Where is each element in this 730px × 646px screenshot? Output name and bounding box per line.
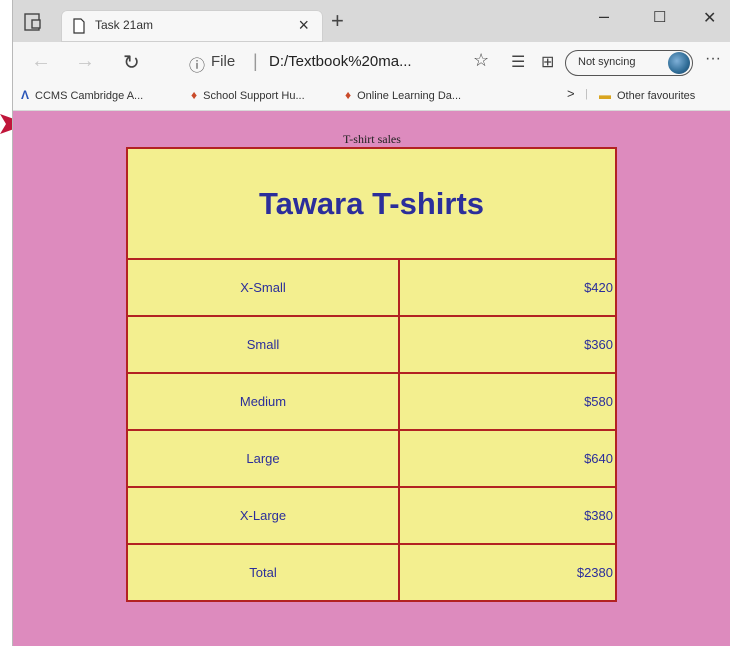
bookmark-online-learning[interactable]: ♦ Online Learning Da... xyxy=(345,88,461,102)
total-amount: $2380 xyxy=(398,543,617,602)
table-row: X-Large $380 xyxy=(126,486,617,545)
address-bar[interactable]: ⓘ File | D:/Textbook%20ma... xyxy=(179,48,463,76)
close-window-button[interactable]: ✕ xyxy=(703,8,716,28)
tab-close-icon[interactable]: × xyxy=(298,15,309,36)
table-caption: T-shirt sales xyxy=(343,132,401,146)
forward-button[interactable]: → xyxy=(75,50,95,73)
bookmark-label: School Support Hu... xyxy=(203,90,305,102)
size-cell: Large xyxy=(126,429,400,488)
toolbar: ← → ↻ ⓘ File | D:/Textbook%20ma... ☆ ☰ ⊞… xyxy=(13,42,730,82)
tab-active[interactable]: Task 21am × xyxy=(61,10,323,42)
other-favourites-label: Other favourites xyxy=(617,90,696,102)
tab-strip: Task 21am × + – ☐ ✕ xyxy=(13,0,730,42)
bookmarks-divider: | xyxy=(585,88,588,100)
collections-icon[interactable]: ⊞ xyxy=(541,52,554,72)
address-url[interactable]: D:/Textbook%20ma... xyxy=(269,53,412,70)
sales-table: Tawara T-shirts X-Small $420 Small $360 … xyxy=(126,147,617,602)
info-icon[interactable]: ⓘ xyxy=(189,52,205,76)
folder-icon: ▬ xyxy=(599,88,611,102)
avatar xyxy=(668,52,690,74)
bookmark-label: CCMS Cambridge A... xyxy=(35,90,144,102)
bookmark-school-support[interactable]: ♦ School Support Hu... xyxy=(191,88,305,102)
total-label: Total xyxy=(126,543,400,602)
refresh-button[interactable]: ↻ xyxy=(123,50,140,75)
table-row: Small $360 xyxy=(126,315,617,374)
sync-label: Not syncing xyxy=(578,56,636,68)
bookmarks-overflow-button[interactable]: > xyxy=(567,86,575,101)
bookmark-label: Online Learning Da... xyxy=(357,90,462,102)
other-favourites-folder[interactable]: ▬ Other favourites xyxy=(599,88,695,102)
table-row: X-Small $420 xyxy=(126,258,617,317)
table-heading: Tawara T-shirts xyxy=(258,185,485,221)
table-row: Large $640 xyxy=(126,429,617,488)
address-separator: | xyxy=(253,51,258,71)
size-cell: Medium xyxy=(126,372,400,431)
address-scheme: File xyxy=(211,53,236,70)
tab-actions-icon[interactable] xyxy=(23,12,47,32)
amount-cell: $580 xyxy=(398,372,617,431)
size-cell: X-Small xyxy=(126,258,400,317)
page-icon xyxy=(73,18,85,34)
favorites-list-icon[interactable]: ☰ xyxy=(511,52,525,72)
table-row: Medium $580 xyxy=(126,372,617,431)
new-tab-button[interactable]: + xyxy=(331,8,344,34)
profile-sync-button[interactable]: Not syncing xyxy=(565,50,693,76)
total-row: Total $2380 xyxy=(126,543,617,602)
maximize-button[interactable]: ☐ xyxy=(653,8,666,26)
browser-window: Task 21am × + – ☐ ✕ ← → ↻ ⓘ File | D:/Te… xyxy=(12,0,730,646)
a-logo-icon: Λ xyxy=(21,88,30,102)
amount-cell: $380 xyxy=(398,486,617,545)
tab-title: Task 21am xyxy=(95,18,154,32)
size-cell: X-Large xyxy=(126,486,400,545)
crest-icon: ♦ xyxy=(191,88,198,102)
bookmark-ccms[interactable]: Λ CCMS Cambridge A... xyxy=(21,88,143,102)
crest-icon: ♦ xyxy=(345,88,352,102)
amount-cell: $360 xyxy=(398,315,617,374)
back-button[interactable]: ← xyxy=(31,50,51,73)
size-cell: Small xyxy=(126,315,400,374)
minimize-button[interactable]: – xyxy=(599,6,609,27)
bookmarks-bar: Λ CCMS Cambridge A... ♦ School Support Hu.… xyxy=(13,82,730,111)
favorite-star-icon[interactable]: ☆ xyxy=(473,50,489,71)
more-menu-button[interactable]: ··· xyxy=(705,50,721,68)
table-heading-cell: Tawara T-shirts xyxy=(126,147,617,260)
amount-cell: $640 xyxy=(398,429,617,488)
amount-cell: $420 xyxy=(398,258,617,317)
